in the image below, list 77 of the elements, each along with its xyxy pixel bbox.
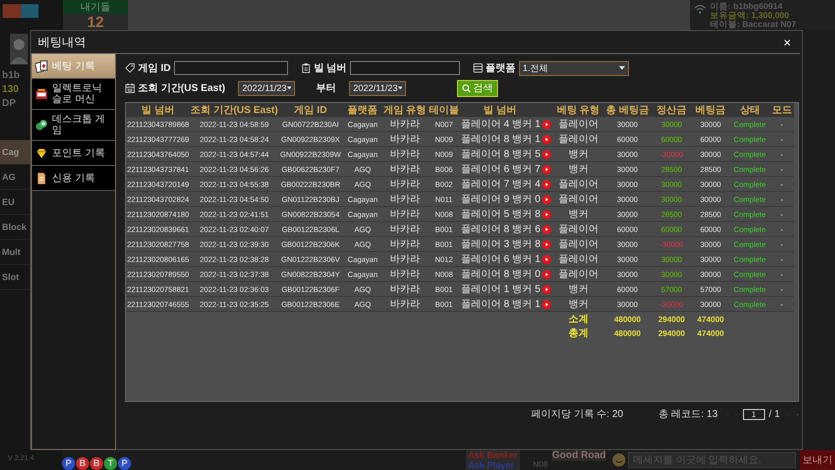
table-label: N08 — [533, 460, 548, 469]
road-bead: P — [62, 457, 75, 470]
player-info: 보유금액: 1,300,000 — [710, 11, 790, 20]
user-info: 130 — [2, 84, 19, 95]
dialog-title: 베팅내역 — [38, 34, 86, 50]
table-cell: 바카라 — [382, 252, 427, 266]
column-header: 베팅금 — [692, 103, 730, 117]
player-info: 이름: b1bbg60914 — [710, 2, 784, 11]
table-cell: 플레이어 3 뱅커 8 — [460, 236, 540, 252]
column-header: 테이블 — [426, 103, 461, 117]
table-cell: 플레이어 — [553, 132, 604, 146]
column-header: 빌 넘버 — [126, 103, 190, 117]
column-header: 게임 유형 — [382, 103, 427, 117]
table-cell: 플레이어 7 뱅커 4 — [460, 176, 540, 192]
page-count: / 1 — [768, 408, 780, 420]
column-header: 총 베팅금 — [603, 103, 652, 117]
table-cell: 바카라 — [382, 132, 427, 146]
table-cell: 뱅커 — [553, 282, 604, 296]
user-info: b1b — [2, 70, 20, 81]
table-cell: 플레이어 8 뱅커 6 — [460, 222, 540, 236]
column-header: 정산금 — [651, 103, 692, 117]
table-cell: 플레이어 — [553, 222, 604, 236]
table-cell: 바카라 — [382, 162, 427, 176]
player-info: 테이블: Baccarat N07 — [710, 20, 796, 29]
road-bead: P — [118, 457, 131, 470]
table-cell: 플레이어 8 뱅커 1 — [460, 296, 540, 312]
total-records: 총 레코드: 13 — [658, 408, 718, 421]
table-cell: 플레이어 — [553, 117, 604, 132]
table-cell: 플레이어 — [553, 236, 604, 252]
table-cell: 뱅커 — [553, 162, 604, 176]
table-cell: 플레이어 4 뱅커 1 — [460, 117, 540, 132]
bets-label: 내기들 — [63, 0, 128, 14]
column-header: 게임 ID — [278, 103, 343, 117]
table-cell: 플레이어 — [553, 176, 604, 192]
table-cell: 플레이어 6 뱅커 1 — [460, 252, 540, 266]
road-bead: B — [76, 457, 89, 470]
column-header: 모드 — [770, 103, 794, 117]
column-header: 빌 넘버 — [460, 103, 540, 117]
table-cell: 플레이어 6 뱅커 7 — [460, 162, 540, 176]
good-road-label: Good Road — [552, 450, 606, 461]
summary-label: 소계 — [553, 312, 604, 326]
table-cell: 바카라 — [382, 206, 427, 222]
road-bead: B — [90, 457, 103, 470]
table-cell: 바카라 — [382, 117, 427, 132]
table-cell: 바카라 — [382, 176, 427, 192]
bets-count: 12 — [87, 14, 104, 32]
table-cell: 바카라 — [382, 266, 427, 282]
table-cell: 바카라 — [382, 236, 427, 252]
table-cell: 플레이어 8 뱅커 0 — [460, 266, 540, 282]
column-header: 베팅 유형 — [553, 103, 604, 117]
table-cell: 플레이어 — [553, 252, 604, 266]
table-cell: 플레이어 — [553, 192, 604, 206]
column-header: 플랫폼 — [342, 103, 383, 117]
platform-label: 플랫폼 — [486, 62, 516, 75]
records-per-page: 페이지당 기록 수: 20 — [531, 408, 624, 421]
table-cell: 플레이어 5 뱅커 8 — [460, 206, 540, 222]
road-bead: T — [104, 457, 117, 470]
table-cell: 플레이어 — [553, 266, 604, 282]
table-cell: 플레이어 8 뱅커 5 — [460, 146, 540, 162]
bill-number-label: 빌 넘버 — [314, 62, 347, 75]
table-cell: 바카라 — [382, 296, 427, 312]
column-header: 상태 — [730, 103, 770, 117]
table-cell: 뱅커 — [553, 146, 604, 162]
from-label: 부터 — [316, 82, 336, 95]
column-header: 조회 기간(US East) — [190, 103, 278, 117]
table-cell: 뱅커 — [553, 296, 604, 312]
table-cell: 바카라 — [382, 222, 427, 236]
table-cell: 뱅커 — [553, 206, 604, 222]
period-label: 조회 기간(US East) — [138, 82, 226, 95]
table-cell: 바카라 — [382, 192, 427, 206]
user-info: DP — [2, 98, 16, 109]
table-cell: 바카라 — [382, 282, 427, 296]
table-cell: 플레이어 1 뱅커 5 — [460, 282, 540, 296]
table-cell: 플레이어 8 뱅커 1 — [460, 132, 540, 146]
table-cell: 플레이어 9 뱅커 0 — [460, 192, 540, 206]
game-id-label: 게임 ID — [138, 62, 171, 75]
table-cell: 바카라 — [382, 146, 427, 162]
